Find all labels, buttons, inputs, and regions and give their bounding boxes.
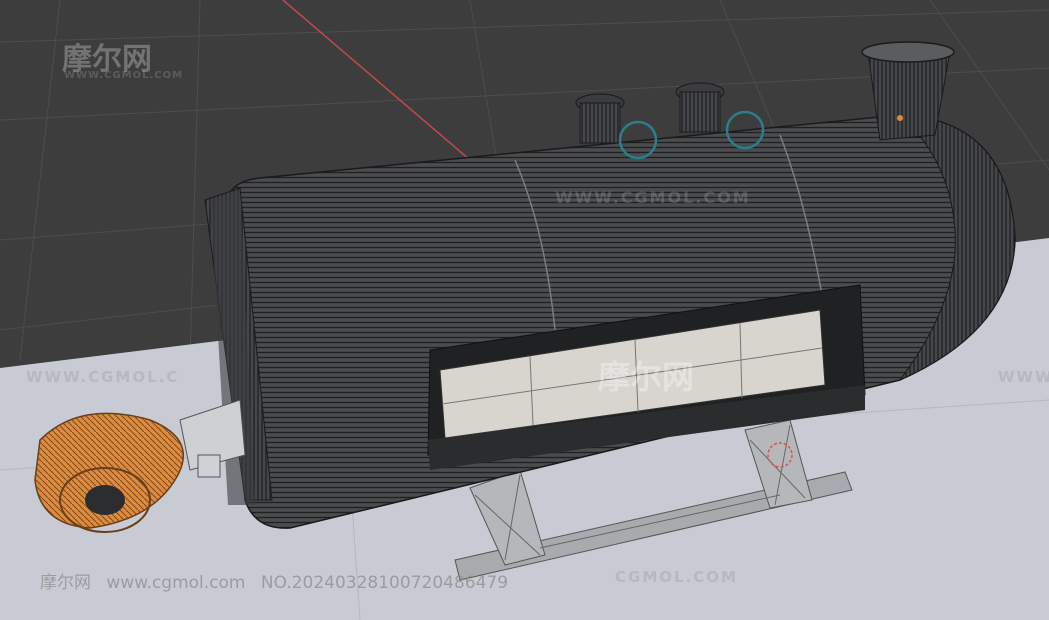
3d-viewport[interactable]: 摩尔网 WWW.CGMOL.COM WWW.CGMOL.COM WWW.CGMO… xyxy=(0,0,1049,620)
footer-watermark: 摩尔网 www.cgmol.com NO.2024032810072048647… xyxy=(40,568,518,593)
footer-site-cn: 摩尔网 xyxy=(40,573,91,593)
viewport-scene xyxy=(0,0,1049,620)
footer-site-url: www.cgmol.com xyxy=(106,573,246,593)
boiler-body xyxy=(204,114,1016,529)
footer-number: NO.20240328100720486479 xyxy=(260,573,509,593)
